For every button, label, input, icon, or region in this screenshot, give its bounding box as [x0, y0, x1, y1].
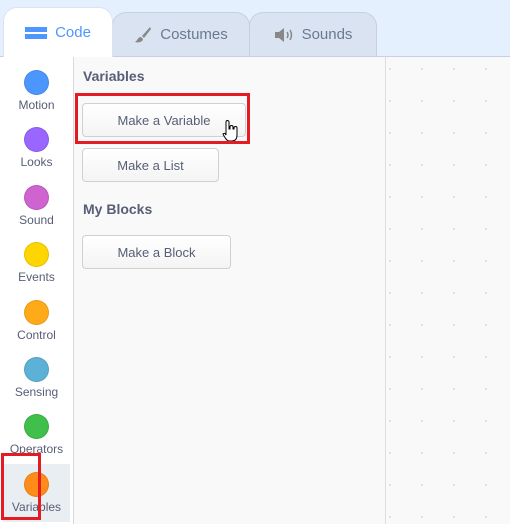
category-looks[interactable]: Looks [3, 119, 70, 177]
category-color-icon [24, 242, 49, 268]
category-color-icon [24, 70, 49, 95]
tab-code[interactable]: Code [3, 7, 113, 57]
block-palette: Variables Make a Variable Make a List My… [74, 56, 386, 524]
category-color-icon [24, 299, 49, 325]
category-color-icon [24, 184, 49, 210]
category-control[interactable]: Control [3, 292, 70, 350]
my-blocks-heading: My Blocks [83, 201, 153, 217]
category-operators[interactable]: Operators [3, 406, 70, 464]
category-label: Variables [11, 499, 62, 514]
tab-label: Code [55, 24, 91, 41]
tab-sounds[interactable]: Sounds [249, 12, 377, 56]
category-label: Events [18, 270, 55, 285]
category-motion[interactable]: Motion [3, 62, 70, 120]
tab-label: Costumes [160, 26, 228, 43]
variables-heading: Variables [83, 68, 145, 84]
category-sound[interactable]: Sound [3, 177, 70, 235]
category-label: Operators [9, 442, 64, 457]
code-workspace[interactable] [386, 56, 510, 524]
make-block-button[interactable]: Make a Block [82, 235, 231, 269]
category-events[interactable]: Events [3, 234, 70, 292]
category-label: Sound [19, 212, 54, 227]
speaker-icon [274, 27, 292, 42]
code-icon [25, 26, 48, 39]
make-list-button[interactable]: Make a List [82, 148, 219, 182]
category-variables[interactable]: Variables [3, 463, 70, 522]
category-label: Looks [20, 155, 53, 170]
category-color-icon [24, 127, 49, 153]
category-label: Sensing [14, 385, 59, 399]
tab-label: Sounds [301, 26, 353, 43]
category-menu: Motion Looks Sound Events Control Sensing Oper… [0, 56, 74, 524]
category-label: Control [17, 327, 56, 342]
category-color-icon [24, 471, 49, 497]
category-color-icon [24, 357, 49, 382]
hand-cursor-icon [222, 120, 238, 142]
category-sensing[interactable]: Sensing [3, 349, 70, 407]
tab-costumes[interactable]: Costumes [112, 12, 250, 56]
category-label: Motion [18, 98, 55, 112]
category-color-icon [24, 414, 49, 440]
brush-icon [135, 26, 152, 42]
